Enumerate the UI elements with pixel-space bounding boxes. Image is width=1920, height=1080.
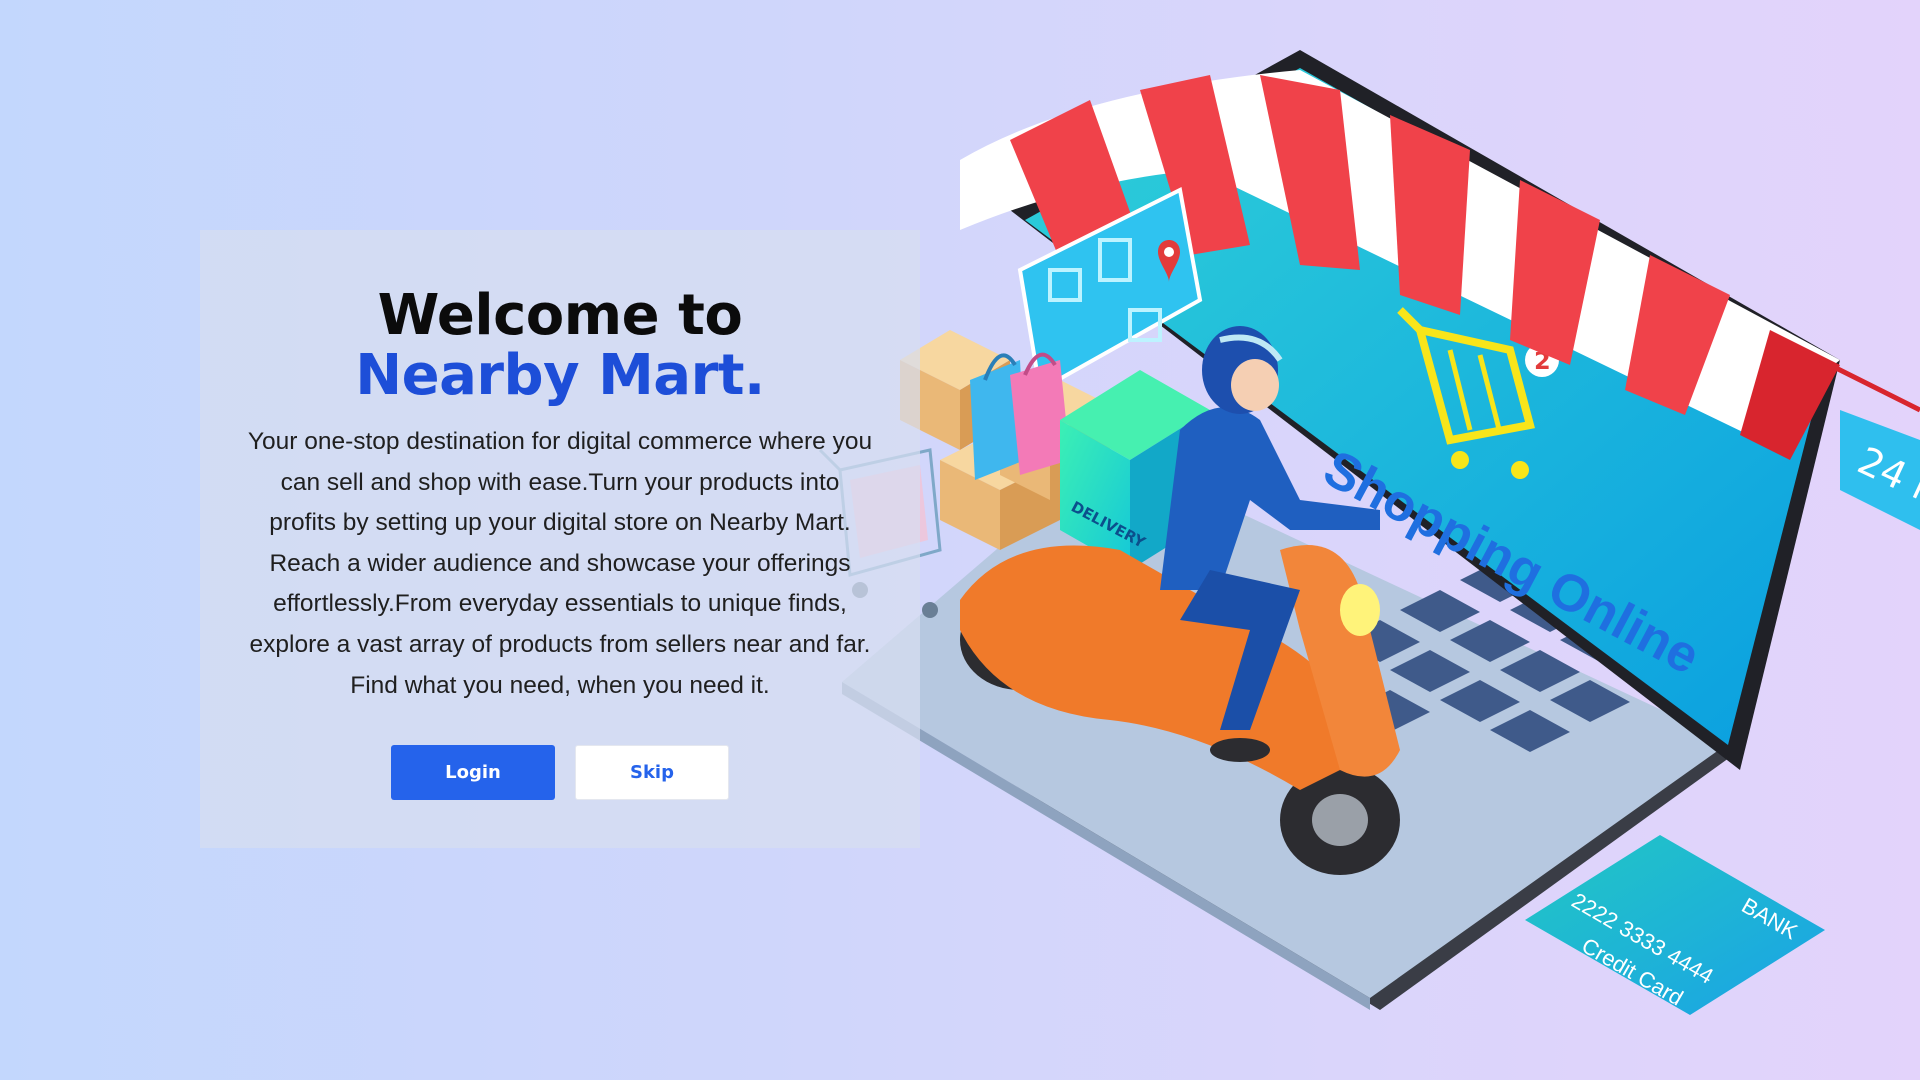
login-button[interactable]: Login xyxy=(391,745,555,800)
skip-button[interactable]: Skip xyxy=(575,745,729,800)
welcome-title: Welcome to xyxy=(377,283,743,348)
brand-title: Nearby Mart. xyxy=(355,343,765,408)
description-text: Your one-stop destination for digital co… xyxy=(247,428,873,699)
welcome-card: Welcome to Nearby Mart. Your one-stop de… xyxy=(200,230,920,848)
shopping-illustration: Shopping Online 2 DELIVERY 2222 3333 444… xyxy=(780,30,1920,1040)
hours-sign: 24 h xyxy=(1818,357,1920,530)
